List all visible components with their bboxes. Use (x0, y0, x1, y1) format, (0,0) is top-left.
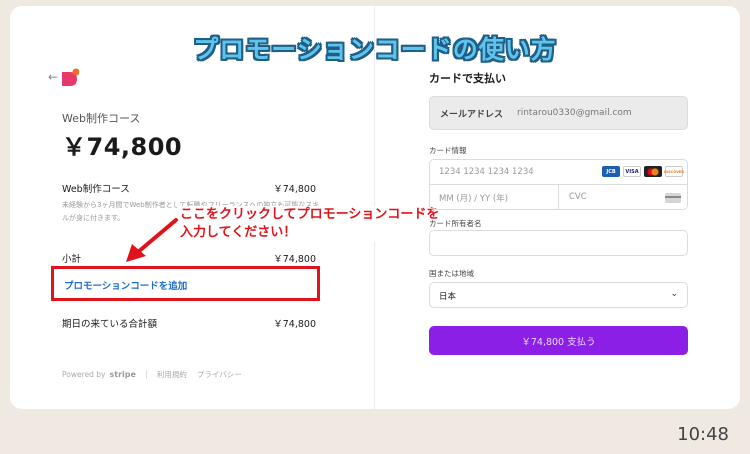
email-field: メールアドレス rintarou0330@gmail.com (429, 96, 688, 130)
card-brands: JCB VISA DISCOVER (602, 166, 684, 177)
add-promo-code-link[interactable]: プロモーションコードを追加 (64, 278, 187, 292)
mastercard-icon (644, 166, 662, 177)
country-value: 日本 (439, 292, 457, 302)
country-select[interactable]: 日本 ⌄ (429, 282, 688, 308)
cvc-card-icon (665, 193, 681, 203)
visa-icon: VISA (623, 166, 641, 177)
powered-by-label: Powered by (62, 370, 106, 379)
line-item: Web制作コース ￥74,800 (62, 181, 316, 195)
country-label: 国または地域 (429, 269, 474, 278)
cvc-input[interactable]: CVC (560, 185, 687, 209)
clock-time: 10:48 (677, 424, 729, 445)
checkout-card: ← Web制作コース ￥74,800 Web制作コース ￥74,800 未経験か… (10, 6, 740, 409)
subtotal-row: 小計 ￥74,800 (62, 251, 316, 265)
card-number-placeholder: 1234 1234 1234 1234 (439, 167, 534, 177)
subtotal-label: 小計 (62, 254, 82, 265)
cvc-placeholder: CVC (569, 192, 587, 202)
total-price-heading: ￥74,800 (62, 133, 183, 161)
annotation-line-2: 入力してください！ (180, 225, 297, 240)
subtotal-value: ￥74,800 (273, 254, 316, 265)
chevron-down-icon: ⌄ (670, 289, 678, 299)
instruction-annotation: ここをクリックしてプロモーションコードを 入力してください！ (177, 206, 443, 242)
total-due-value: ￥74,800 (273, 319, 316, 330)
pay-button[interactable]: ￥74,800 支払う (429, 326, 688, 355)
cardholder-label: カード所有者名 (429, 219, 482, 228)
annotation-line-1: ここをクリックしてプロモーションコードを (180, 207, 440, 222)
page-headline: プロモーションコードの使い方 (193, 35, 557, 64)
expiry-input[interactable]: MM (月) / YY (年) (430, 185, 559, 209)
terms-link[interactable]: 利用規約 (157, 369, 187, 380)
cardholder-input[interactable] (429, 230, 688, 256)
card-number-input[interactable]: 1234 1234 1234 1234 JCB VISA DISCOVER (430, 160, 687, 185)
annotation-arrow-icon (126, 218, 178, 262)
privacy-link[interactable]: プライバシー (197, 369, 242, 380)
expiry-placeholder: MM (月) / YY (年) (439, 194, 508, 204)
payment-title: カードで支払い (429, 72, 506, 85)
promo-highlight-box: プロモーションコードを追加 (51, 266, 320, 301)
brand-logo-icon (62, 68, 79, 86)
course-name: Web制作コース (62, 112, 141, 125)
email-value: rintarou0330@gmail.com (517, 108, 632, 118)
footer-separator (145, 370, 147, 379)
total-due-row: 期日の来ている合計額 ￥74,800 (62, 316, 316, 330)
card-info-label: カード情報 (429, 146, 467, 155)
discover-icon: DISCOVER (664, 166, 684, 177)
stripe-logo[interactable]: stripe (109, 370, 135, 379)
email-label: メールアドレス (440, 109, 504, 120)
back-arrow-icon[interactable]: ← (48, 70, 58, 84)
line-item-name: Web制作コース (62, 184, 130, 195)
total-due-label: 期日の来ている合計額 (62, 319, 158, 330)
footer: Powered by stripe 利用規約 プライバシー (62, 369, 242, 380)
jcb-icon: JCB (602, 166, 620, 177)
line-item-price: ￥74,800 (273, 184, 316, 195)
card-details-group: 1234 1234 1234 1234 JCB VISA DISCOVER MM… (429, 159, 688, 210)
